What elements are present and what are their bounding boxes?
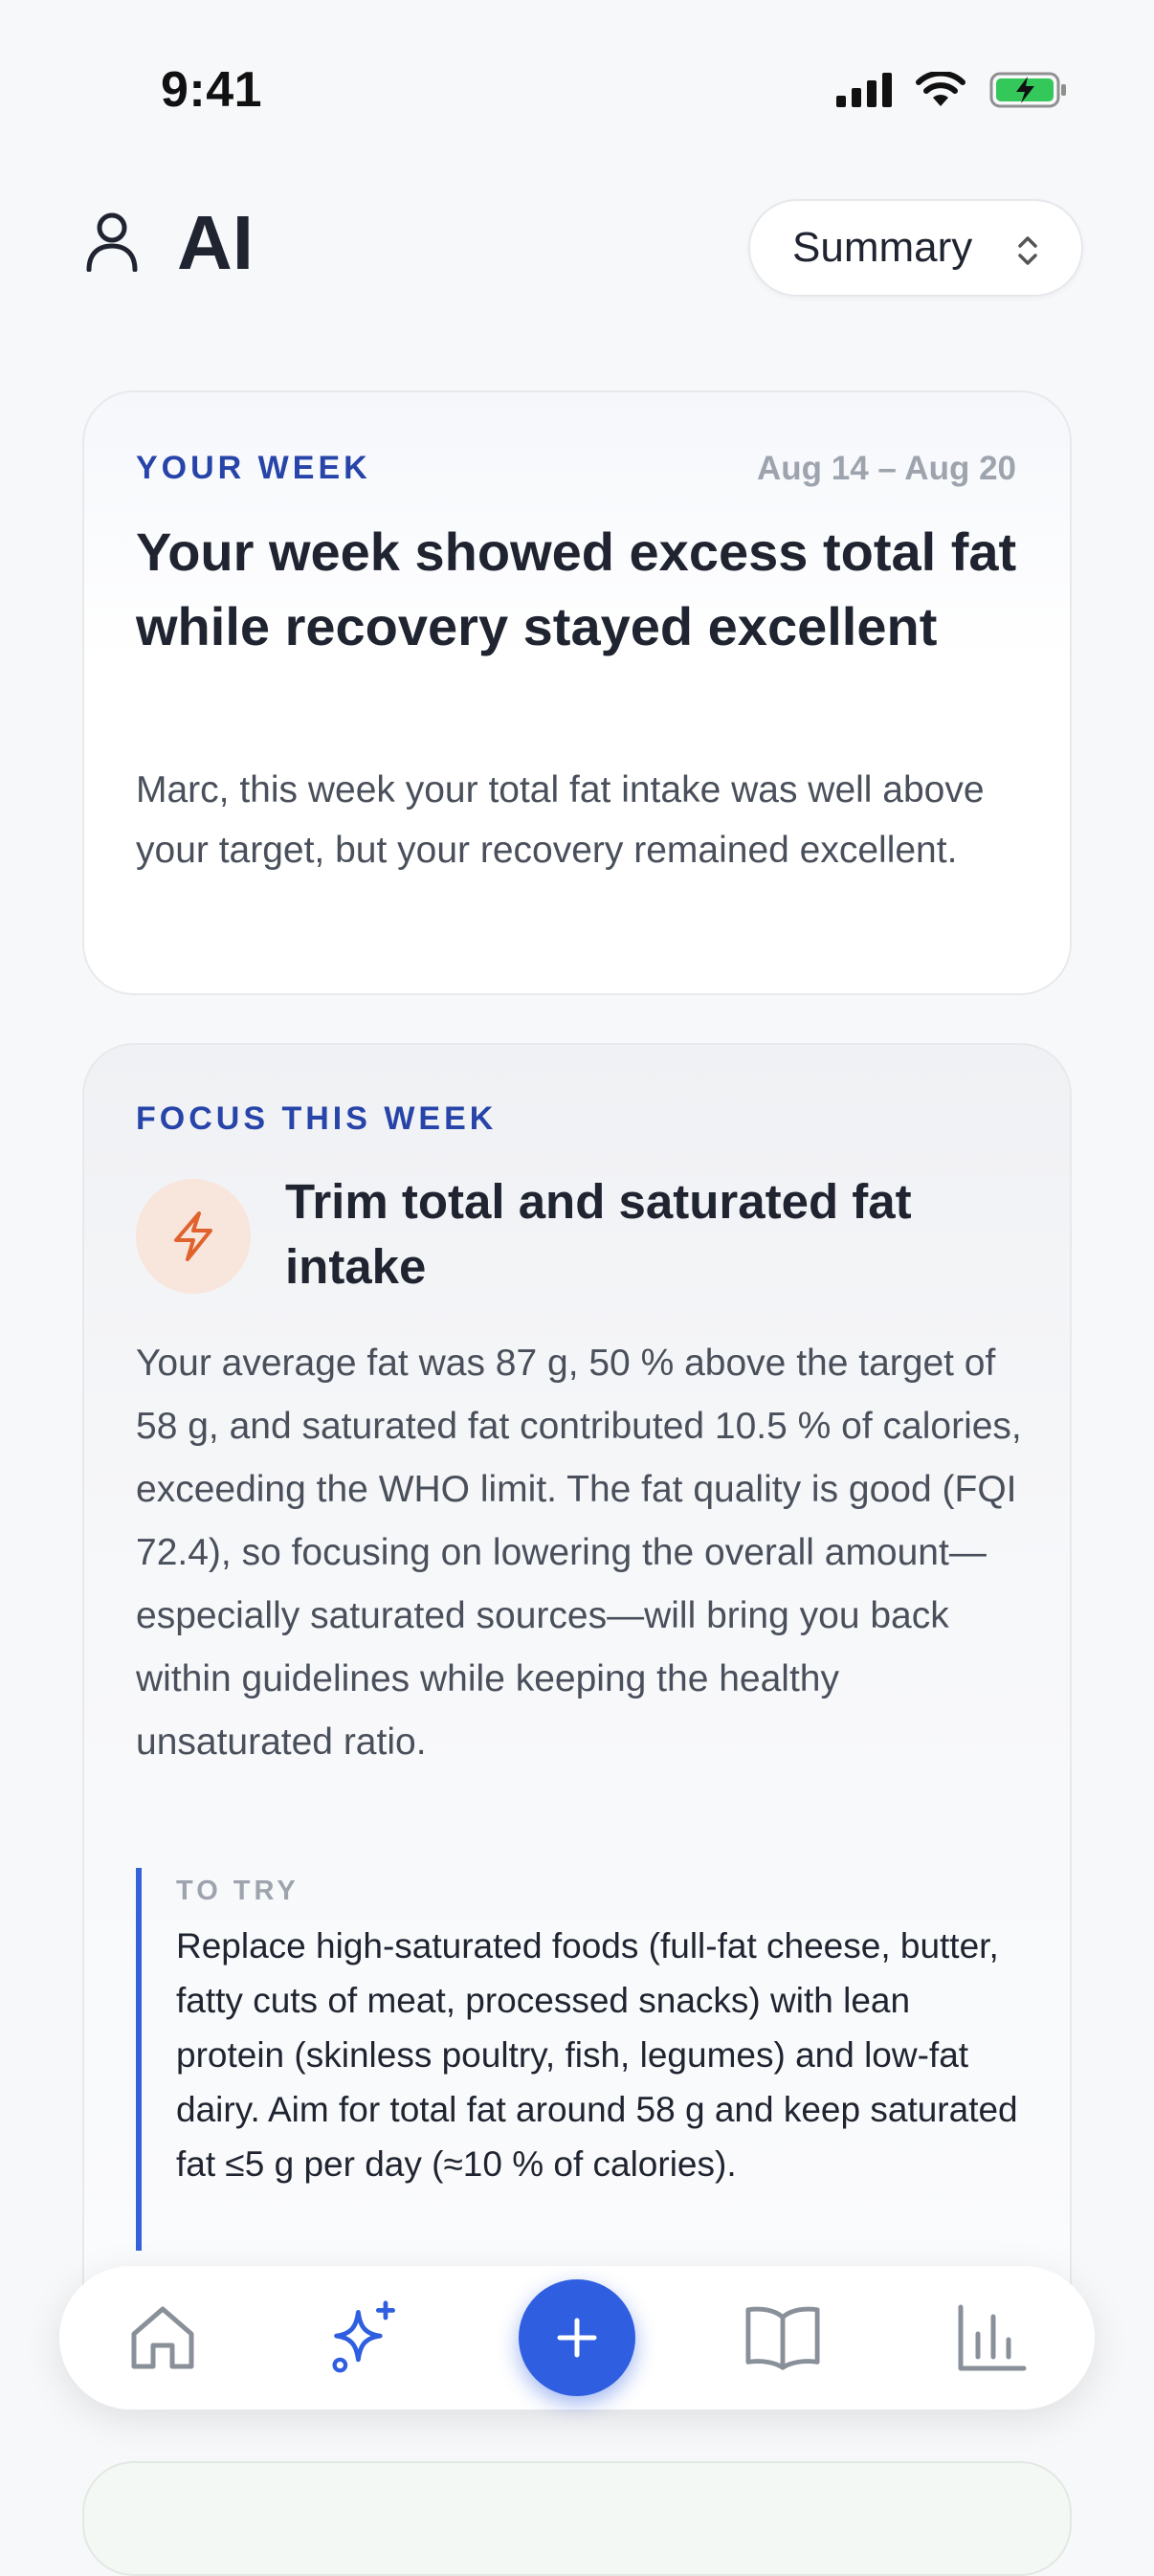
to-try-block: TO TRY Replace high-saturated foods (ful… bbox=[136, 1868, 1026, 2251]
focus-card[interactable]: FOCUS THIS WEEK Trim total and saturated… bbox=[82, 1043, 1072, 2287]
week-eyebrow: YOUR WEEK bbox=[136, 450, 371, 486]
focus-eyebrow: FOCUS THIS WEEK bbox=[136, 1100, 498, 1137]
to-try-label: TO TRY bbox=[176, 1876, 300, 1906]
week-summary-card[interactable]: YOUR WEEK Aug 14 – Aug 20 Your week show… bbox=[82, 390, 1072, 995]
battery-charging-icon bbox=[989, 72, 1066, 108]
page-title: AI bbox=[177, 200, 254, 285]
add-button[interactable] bbox=[519, 2279, 635, 2396]
status-bar: 9:41 bbox=[0, 0, 1154, 182]
home-icon bbox=[131, 2306, 194, 2369]
week-body: Marc, this week your total fat intake wa… bbox=[136, 769, 985, 871]
view-select[interactable]: Summary bbox=[748, 199, 1083, 297]
next-card[interactable] bbox=[82, 2461, 1072, 2576]
tab-home[interactable] bbox=[124, 2299, 201, 2376]
bolt-icon bbox=[174, 1211, 212, 1261]
focus-body: Your average fat was 87 g, 50 % above th… bbox=[136, 1343, 1022, 1763]
book-icon bbox=[745, 2306, 820, 2370]
status-time: 9:41 bbox=[161, 62, 263, 118]
tab-bar bbox=[59, 2266, 1095, 2409]
bar-chart-icon bbox=[958, 2304, 1027, 2371]
week-title: Your week showed excess total fat while … bbox=[136, 522, 1017, 656]
profile-icon[interactable] bbox=[84, 211, 140, 272]
status-icons bbox=[836, 71, 1068, 109]
to-try-text: Replace high-saturated foods (full-fat c… bbox=[176, 1926, 1018, 2184]
date-range: Aug 14 – Aug 20 bbox=[757, 450, 1016, 487]
view-select-value: Summary bbox=[792, 224, 973, 271]
focus-title: Trim total and saturated fat intake bbox=[285, 1174, 912, 1294]
tab-ai[interactable] bbox=[327, 2299, 404, 2376]
focus-icon-badge bbox=[136, 1179, 251, 1294]
cellular-signal-icon bbox=[836, 73, 892, 107]
header: AI Summary bbox=[0, 191, 1154, 306]
plus-icon bbox=[557, 2318, 597, 2358]
tab-stats[interactable] bbox=[953, 2299, 1030, 2376]
sparkles-icon bbox=[332, 2300, 395, 2373]
chevron-up-down-icon bbox=[1018, 236, 1037, 265]
wifi-icon bbox=[916, 72, 965, 106]
tab-journal[interactable] bbox=[744, 2299, 821, 2376]
